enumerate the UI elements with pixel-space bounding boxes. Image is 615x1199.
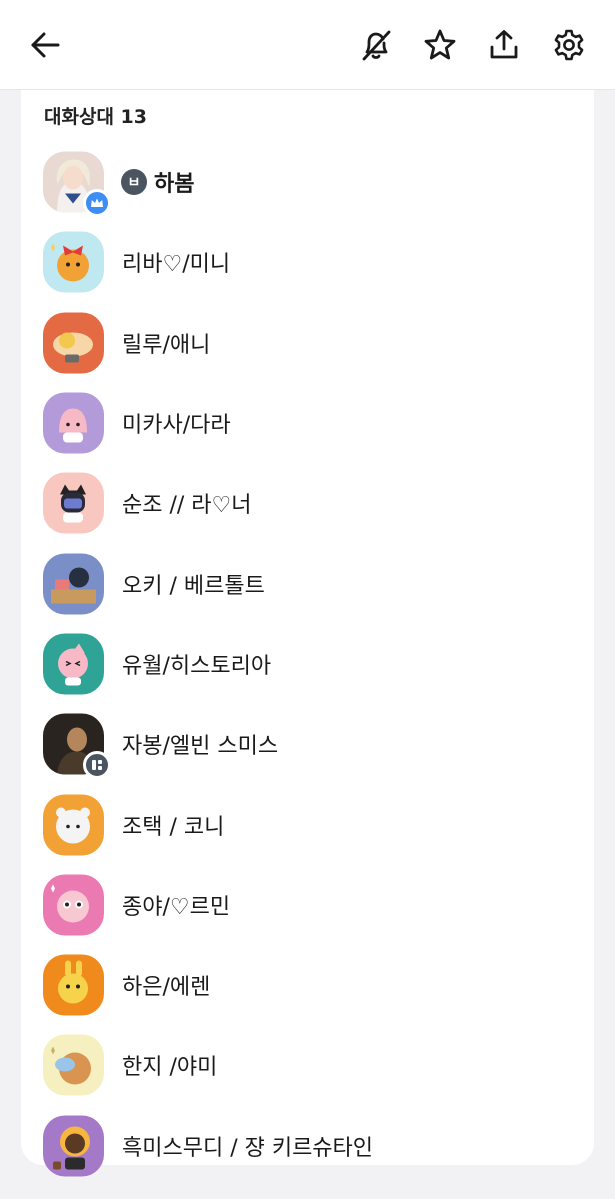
participant-name: 자봉/엘빈 스미스 bbox=[122, 734, 279, 760]
share-button[interactable] bbox=[482, 23, 526, 67]
participant-row[interactable]: 자봉/엘빈 스미스 bbox=[21, 704, 594, 784]
avatar bbox=[43, 794, 104, 856]
host-badge bbox=[83, 188, 111, 217]
participant-name: 종야/♡르민 bbox=[122, 894, 231, 920]
participant-name: 흑미스무디 / 쟝 키르슈타인 bbox=[122, 1135, 374, 1161]
avatar bbox=[43, 874, 104, 936]
participant-row[interactable]: 한지 /야미 bbox=[21, 1025, 594, 1105]
favorite-button[interactable] bbox=[418, 23, 462, 67]
status-badge bbox=[83, 750, 111, 779]
participant-row[interactable]: 미카사/다라 bbox=[21, 383, 594, 463]
avatar bbox=[43, 392, 104, 454]
grid-icon bbox=[92, 759, 102, 770]
avatar bbox=[43, 633, 104, 695]
participant-row[interactable]: 리바♡/미니 bbox=[21, 222, 594, 302]
participant-name: 오키 / 베르톨트 bbox=[122, 573, 265, 599]
arrow-left-icon bbox=[31, 32, 60, 58]
avatar bbox=[43, 1115, 104, 1177]
mute-notifications-button[interactable] bbox=[354, 23, 398, 67]
star-icon bbox=[424, 29, 456, 60]
participant-row[interactable]: 하은/에렌 bbox=[21, 945, 594, 1025]
participant-row[interactable]: 종야/♡르민 bbox=[21, 865, 594, 945]
bell-off-icon bbox=[362, 30, 391, 61]
participant-name: 조택 / 코니 bbox=[122, 814, 225, 840]
host-marker-badge: ㅂ bbox=[121, 169, 147, 196]
participant-name: 하은/에렌 bbox=[122, 975, 211, 1001]
participant-row[interactable]: 조택 / 코니 bbox=[21, 784, 594, 864]
participant-name: 순조 // 라♡너 bbox=[122, 493, 252, 519]
participant-name: 미카사/다라 bbox=[122, 413, 231, 439]
back-button[interactable] bbox=[23, 23, 67, 67]
participant-name: 한지 /야미 bbox=[122, 1055, 218, 1081]
avatar bbox=[43, 553, 104, 615]
participant-row[interactable]: 순조 // 라♡너 bbox=[21, 463, 594, 543]
avatar bbox=[43, 954, 104, 1016]
share-icon bbox=[490, 30, 518, 59]
participant-name: 하봄 bbox=[154, 172, 195, 198]
gear-icon bbox=[554, 29, 584, 61]
participants-panel: 대화상대 13 ㅂ 하봄 리바♡/미니 릴루/애니 미카사/다라 순조 // 라… bbox=[21, 90, 594, 1177]
participant-name: 리바♡/미니 bbox=[122, 252, 231, 278]
participants-title: 대화상대 13 bbox=[44, 105, 147, 128]
avatar bbox=[43, 312, 104, 374]
avatar bbox=[43, 472, 104, 534]
participant-row[interactable]: 유월/히스토리아 bbox=[21, 624, 594, 704]
top-toolbar bbox=[0, 0, 615, 90]
participant-row[interactable]: 흑미스무디 / 쟝 키르슈타인 bbox=[21, 1106, 594, 1186]
avatar bbox=[43, 1034, 104, 1096]
crown-icon bbox=[91, 198, 103, 207]
participant-list: ㅂ 하봄 리바♡/미니 릴루/애니 미카사/다라 순조 // 라♡너 오키 / … bbox=[21, 142, 594, 1186]
participant-name: 유월/히스토리아 bbox=[122, 653, 272, 679]
participant-name: 릴루/애니 bbox=[122, 332, 211, 358]
participant-row[interactable]: 오키 / 베르톨트 bbox=[21, 543, 594, 623]
settings-button[interactable] bbox=[547, 23, 591, 67]
participant-row[interactable]: 릴루/애니 bbox=[21, 303, 594, 383]
avatar bbox=[43, 231, 104, 293]
participant-row-host[interactable]: ㅂ 하봄 bbox=[21, 142, 594, 222]
